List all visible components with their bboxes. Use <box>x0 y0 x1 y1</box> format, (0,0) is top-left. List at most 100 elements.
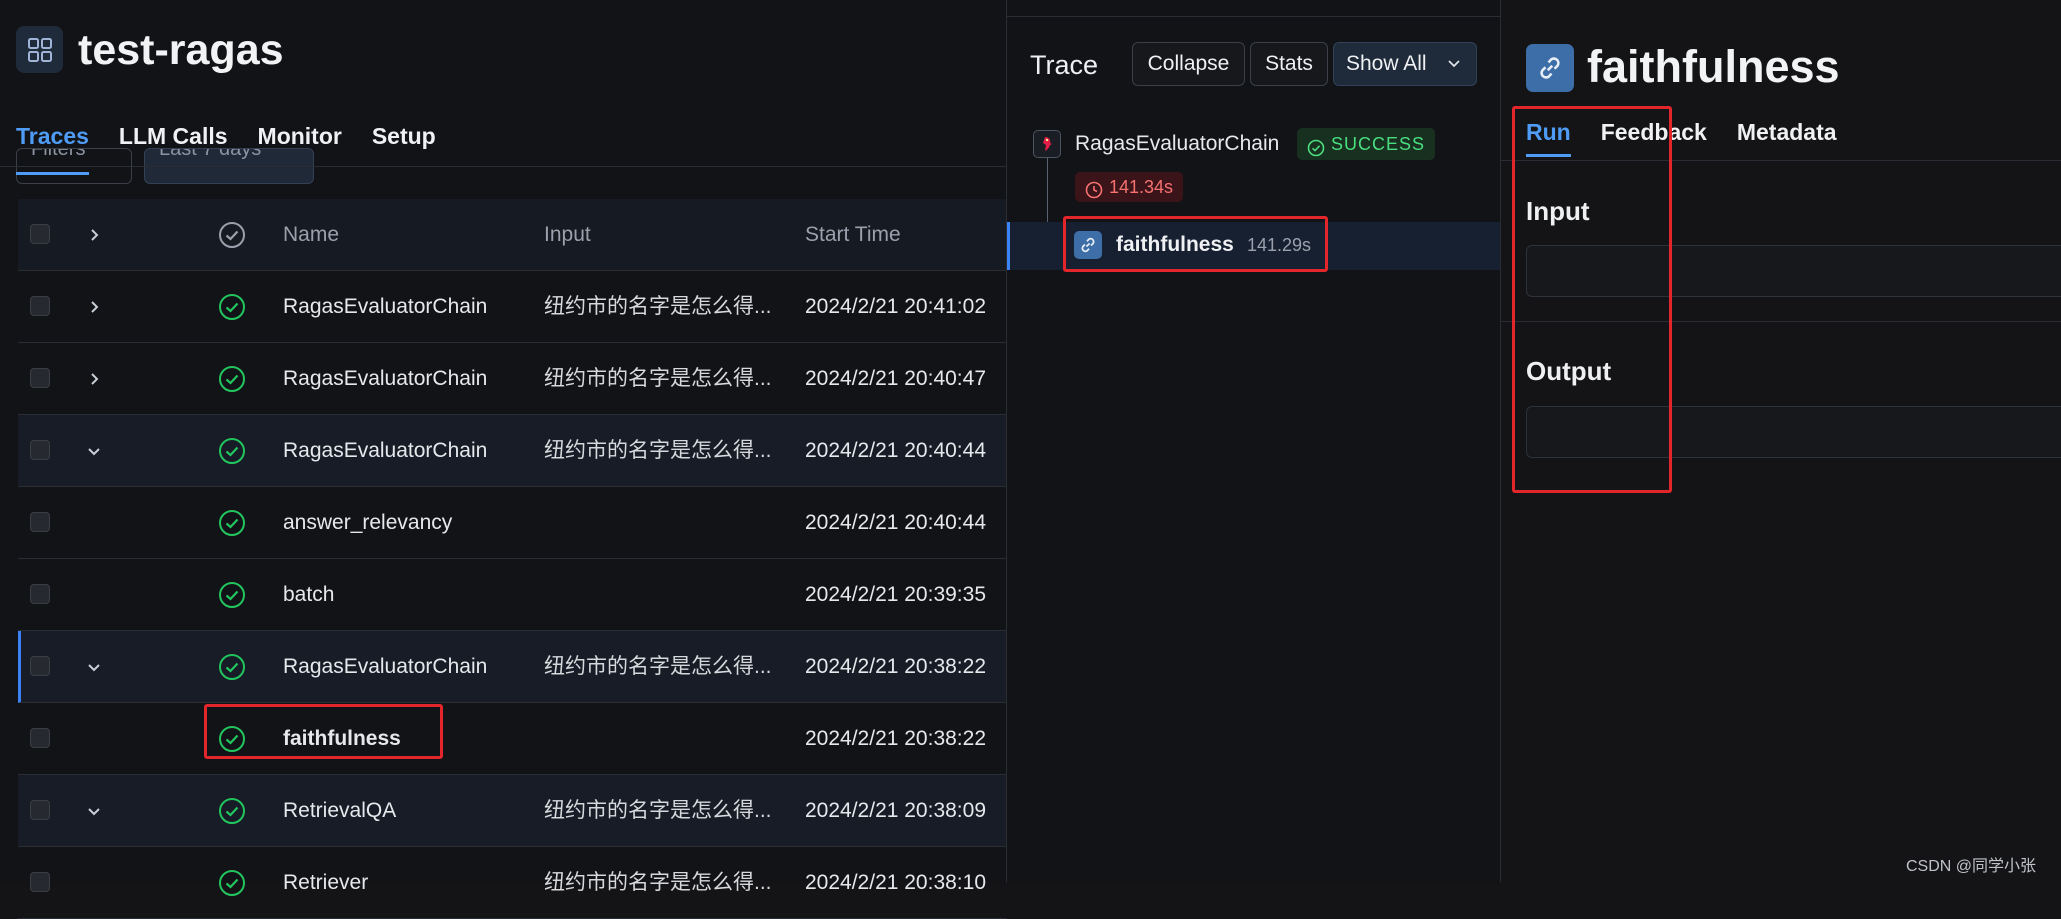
column-input[interactable]: Input <box>544 199 794 271</box>
row-start-time: 2024/2/21 20:40:44 <box>805 511 987 534</box>
row-name: batch <box>283 583 335 606</box>
row-start-time: 2024/2/21 20:40:44 <box>805 439 987 462</box>
success-check-icon <box>218 365 246 393</box>
tab-traces[interactable]: Traces <box>16 118 89 175</box>
row-input: 纽约市的名字是怎么得... <box>544 871 772 894</box>
row-start-time: 2024/2/21 20:38:10 <box>805 871 987 894</box>
success-check-icon <box>218 869 246 897</box>
traces-table: Name Input Start Time RagasEvaluatorChai… <box>18 199 1006 919</box>
success-check-icon <box>218 653 246 681</box>
child-run-duration: 141.29s <box>1247 235 1312 255</box>
trace-panel: Trace Collapse Stats Show All RagasEvalu… <box>1006 0 1501 882</box>
link-icon <box>1074 231 1102 259</box>
row-checkbox[interactable] <box>30 656 50 676</box>
row-name: RagasEvaluatorChain <box>283 367 488 390</box>
select-all-checkbox[interactable] <box>30 224 50 244</box>
latency-label: 141.34s <box>1109 177 1174 197</box>
clock-icon <box>1085 178 1103 208</box>
success-check-icon <box>218 293 246 321</box>
chevron-down-icon <box>1446 44 1462 86</box>
chevron-right-icon[interactable] <box>80 293 108 321</box>
table-row[interactable]: RagasEvaluatorChain 纽约市的名字是怎么得... 2024/2… <box>18 271 1006 343</box>
table-row[interactable]: answer_relevancy 2024/2/21 20:40:44 <box>18 487 1006 559</box>
tab-monitor[interactable]: Monitor <box>258 118 342 166</box>
child-run-name[interactable]: faithfulness <box>1116 231 1234 259</box>
root-run-name[interactable]: RagasEvaluatorChain <box>1075 130 1279 158</box>
chevron-down-icon[interactable] <box>80 797 108 825</box>
success-check-icon <box>1307 135 1325 167</box>
status-column-icon <box>218 221 246 249</box>
row-name: answer_relevancy <box>283 511 453 534</box>
row-checkbox[interactable] <box>30 296 50 316</box>
run-detail-panel: faithfulness Run Feedback Metadata Input… <box>1500 0 2061 882</box>
tab-run[interactable]: Run <box>1526 114 1571 157</box>
row-name: RagasEvaluatorChain <box>283 655 488 678</box>
success-check-icon <box>218 797 246 825</box>
row-input: 纽约市的名字是怎么得... <box>544 799 772 822</box>
status-badge: SUCCESS <box>1297 128 1436 160</box>
row-name: RetrievalQA <box>283 799 397 822</box>
main-tabs: Traces LLM Calls Monitor Setup <box>16 118 436 175</box>
parrot-icon <box>1033 130 1061 158</box>
show-all-label: Show All <box>1346 52 1427 75</box>
success-check-icon <box>218 509 246 537</box>
success-check-icon <box>218 581 246 609</box>
trace-title: Trace <box>1030 50 1099 80</box>
success-check-icon <box>218 437 246 465</box>
row-start-time: 2024/2/21 20:39:35 <box>805 583 987 606</box>
table-row[interactable]: RagasEvaluatorChain 纽约市的名字是怎么得... 2024/2… <box>18 415 1006 487</box>
chevron-down-icon[interactable] <box>80 653 108 681</box>
row-checkbox[interactable] <box>30 800 50 820</box>
column-name[interactable]: Name <box>283 199 533 271</box>
table-row[interactable]: faithfulness 2024/2/21 20:38:22 <box>18 703 1006 775</box>
row-input: 纽约市的名字是怎么得... <box>544 439 772 462</box>
row-start-time: 2024/2/21 20:41:02 <box>805 295 987 318</box>
row-name: RagasEvaluatorChain <box>283 439 488 462</box>
trace-top-divider <box>1007 16 1501 17</box>
show-all-dropdown[interactable]: Show All <box>1333 42 1477 86</box>
tabs-divider <box>0 166 1006 167</box>
run-title: faithfulness <box>1587 41 1840 92</box>
table-row[interactable]: batch 2024/2/21 20:39:35 <box>18 559 1006 631</box>
row-start-time: 2024/2/21 20:38:22 <box>805 727 987 750</box>
run-tabs: Run Feedback Metadata <box>1526 114 1837 157</box>
column-start-time[interactable]: Start Time <box>805 199 1015 271</box>
row-name: Retriever <box>283 871 369 894</box>
row-checkbox[interactable] <box>30 872 50 892</box>
expand-all-icon[interactable] <box>80 221 108 249</box>
tab-metadata[interactable]: Metadata <box>1737 114 1837 150</box>
input-box[interactable] <box>1526 245 2061 297</box>
table-row[interactable]: RetrievalQA 纽约市的名字是怎么得... 2024/2/21 20:3… <box>18 775 1006 847</box>
collapse-button[interactable]: Collapse <box>1132 42 1245 86</box>
row-checkbox[interactable] <box>30 440 50 460</box>
table-header: Name Input Start Time <box>18 199 1006 271</box>
row-name: faithfulness <box>283 727 401 750</box>
table-row[interactable]: RagasEvaluatorChain 纽约市的名字是怎么得... 2024/2… <box>18 343 1006 415</box>
tab-setup[interactable]: Setup <box>372 118 436 166</box>
row-input: 纽约市的名字是怎么得... <box>544 367 772 390</box>
table-row[interactable]: Retriever 纽约市的名字是怎么得... 2024/2/21 20:38:… <box>18 847 1006 919</box>
row-checkbox[interactable] <box>30 584 50 604</box>
row-checkbox[interactable] <box>30 368 50 388</box>
row-checkbox[interactable] <box>30 728 50 748</box>
link-icon <box>1526 44 1574 92</box>
status-badge-label: SUCCESS <box>1331 134 1426 154</box>
output-box[interactable] <box>1526 406 2061 458</box>
chevron-down-icon[interactable] <box>80 437 108 465</box>
tab-feedback[interactable]: Feedback <box>1601 114 1707 150</box>
tab-llm-calls[interactable]: LLM Calls <box>119 118 228 166</box>
stats-button[interactable]: Stats <box>1250 42 1328 86</box>
section-divider <box>1501 321 2061 322</box>
chevron-right-icon[interactable] <box>80 365 108 393</box>
row-start-time: 2024/2/21 20:40:47 <box>805 367 987 390</box>
traces-panel: test-ragas Filters Last 7 days Traces LL… <box>0 0 1006 919</box>
table-row[interactable]: RagasEvaluatorChain 纽约市的名字是怎么得... 2024/2… <box>18 631 1006 703</box>
run-tabs-divider <box>1501 160 2061 161</box>
row-start-time: 2024/2/21 20:38:09 <box>805 799 987 822</box>
row-checkbox[interactable] <box>30 512 50 532</box>
row-name: RagasEvaluatorChain <box>283 295 488 318</box>
input-section-label: Input <box>1526 196 1590 226</box>
watermark: CSDN @同学小张 <box>1906 858 2037 875</box>
row-input: 纽约市的名字是怎么得... <box>544 295 772 318</box>
latency-badge: 141.34s <box>1075 172 1184 202</box>
